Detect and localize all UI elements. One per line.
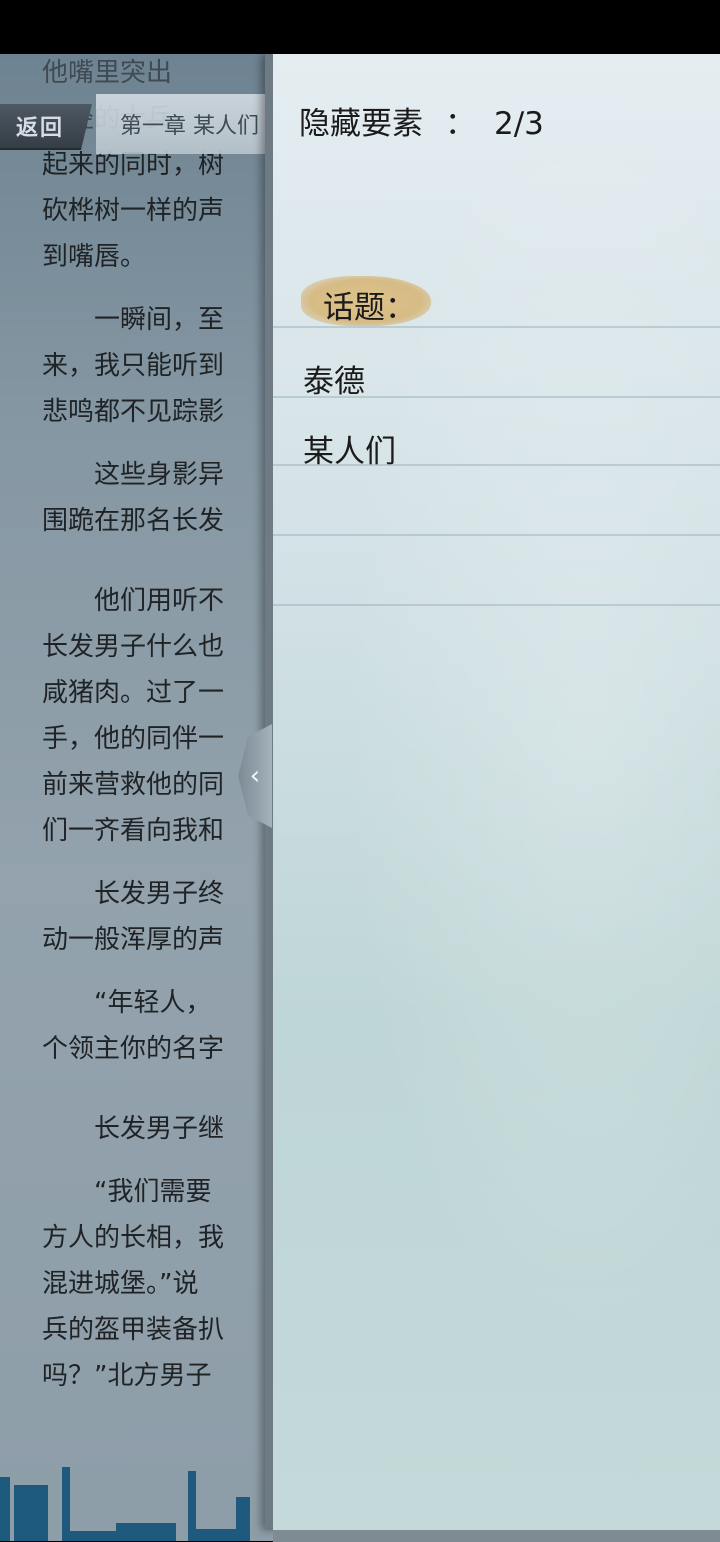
status-bar	[0, 0, 720, 54]
divider	[273, 326, 720, 328]
hidden-elements-header: 隐藏要素 ： 2/3	[299, 98, 544, 143]
topic-label: 话题：	[323, 290, 416, 326]
story-line: 他们用听不	[42, 586, 225, 616]
story-line: 来，我只能听到	[42, 351, 225, 381]
back-button[interactable]: 返回	[0, 104, 92, 150]
header-separator: ：	[445, 106, 476, 142]
hidden-elements-count: 2/3	[494, 106, 544, 142]
story-line: 咸猪肉。过了一	[42, 678, 225, 708]
panel-bottom-edge	[273, 1530, 720, 1542]
story-line: 围跪在那名长发	[42, 506, 225, 536]
story-line: “年轻人，	[42, 988, 212, 1018]
story-line: 他嘴里突出	[42, 58, 173, 88]
story-line: 方人的长相，我	[42, 1223, 225, 1253]
story-line: 一瞬间，至	[42, 305, 225, 335]
topic-item-tide[interactable]: 泰德	[303, 356, 365, 401]
hidden-elements-panel: 隐藏要素： 2/3 话题： 泰德 某人们	[265, 54, 720, 1542]
story-line: 们一齐看向我和	[42, 816, 225, 846]
reader-view: 他嘴里突出年轻的士兵起来的同时，树砍桦树一样的声到嘴唇。 一瞬间，至来，我只能听…	[0, 54, 275, 1541]
divider	[273, 604, 720, 606]
story-line: 混进城堡。”说	[42, 1269, 199, 1299]
story-line: 兵的盔甲装备扒	[42, 1315, 225, 1345]
divider	[273, 396, 720, 398]
story-line: 手，他的同伴一	[42, 724, 225, 754]
chapter-title-tab[interactable]: 第一章 某人们	[96, 94, 275, 154]
story-line: 这些身影异	[42, 460, 225, 490]
story-line: 动一般浑厚的声	[42, 925, 225, 955]
story-line: “我们需要	[42, 1177, 212, 1207]
story-line: 长发男子继	[42, 1114, 225, 1144]
story-line: 长发男子什么也	[42, 632, 225, 662]
story-line: 个领主你的名字	[42, 1034, 225, 1064]
story-line: 长发男子终	[42, 879, 225, 909]
hidden-elements-label: 隐藏要素	[299, 106, 423, 142]
story-text: 他嘴里突出年轻的士兵起来的同时，树砍桦树一样的声到嘴唇。 一瞬间，至来，我只能听…	[42, 54, 275, 1399]
reader-topbar: 返回 第一章 某人们	[0, 94, 275, 158]
divider	[273, 464, 720, 466]
story-line: 砍桦树一样的声	[42, 196, 225, 226]
story-line: 到嘴唇。	[42, 242, 147, 272]
divider	[273, 534, 720, 536]
story-line: 吗？”北方男子	[42, 1361, 212, 1391]
story-line: 悲鸣都不见踪影	[42, 397, 225, 427]
skyline-decoration	[0, 1451, 275, 1541]
